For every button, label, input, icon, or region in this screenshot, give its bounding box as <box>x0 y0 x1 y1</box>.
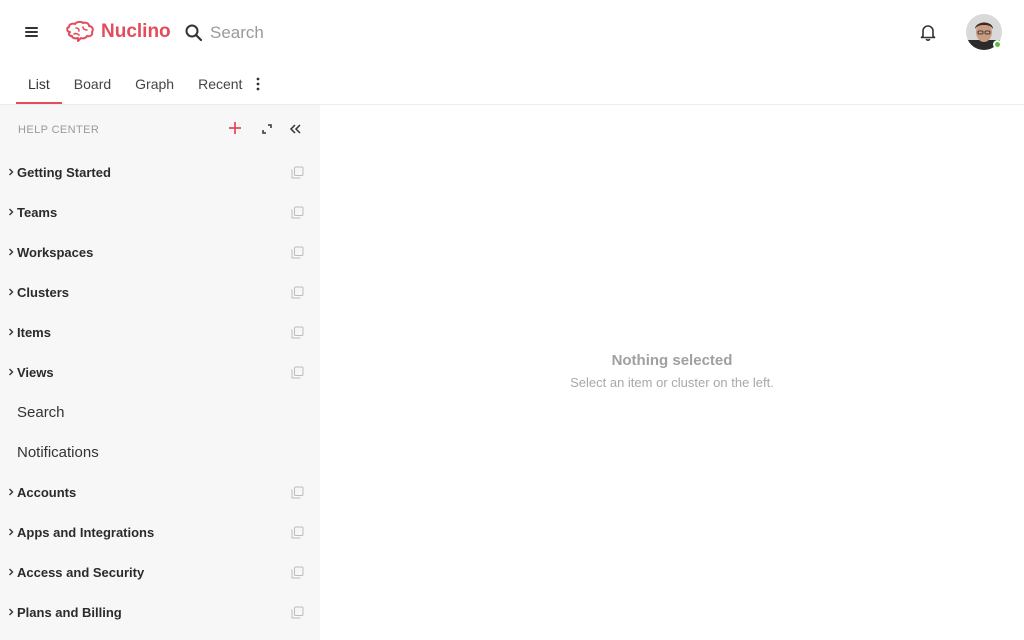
copy-icon[interactable] <box>291 526 304 539</box>
chevron-right-icon[interactable] <box>7 607 15 617</box>
tab-recent[interactable]: Recent <box>186 64 254 104</box>
top-bar: Nuclino Search <box>0 0 1024 64</box>
sidebar-item-apps-and-integrations[interactable]: Apps and Integrations <box>0 512 320 552</box>
sidebar-header: HELP CENTER <box>0 105 320 153</box>
add-icon[interactable] <box>227 120 243 136</box>
copy-icon[interactable] <box>291 326 304 339</box>
main-content: Nothing selected Select an item or clust… <box>320 105 1024 640</box>
view-tabs: List Board Graph Recent <box>0 64 1024 104</box>
copy-icon[interactable] <box>291 286 304 299</box>
bell-icon[interactable] <box>918 22 938 42</box>
copy-icon[interactable] <box>291 566 304 579</box>
sidebar-item-access-and-security[interactable]: Access and Security <box>0 552 320 592</box>
sidebar-item-notifications[interactable]: Notifications <box>0 432 320 472</box>
search-icon <box>185 24 203 42</box>
tab-board[interactable]: Board <box>62 64 123 104</box>
sidebar-item-search[interactable]: Search <box>0 392 320 432</box>
sidebar-item-getting-started[interactable]: Getting Started <box>0 152 320 192</box>
avatar[interactable] <box>966 14 1002 50</box>
copy-icon[interactable] <box>291 206 304 219</box>
empty-state-subtitle: Select an item or cluster on the left. <box>570 375 774 390</box>
sidebar-item-accounts[interactable]: Accounts <box>0 472 320 512</box>
chevron-right-icon[interactable] <box>7 247 15 257</box>
sidebar-item-views[interactable]: Views <box>0 352 320 392</box>
sidebar-item-label: Access and Security <box>17 564 145 580</box>
chevron-right-icon[interactable] <box>7 167 15 177</box>
chevron-right-icon[interactable] <box>7 487 15 497</box>
sidebar: HELP CENTER Getting Started Teams Workspac… <box>0 105 320 640</box>
brain-logo-icon <box>66 20 94 42</box>
sidebar-item-label: Items <box>17 324 51 340</box>
sidebar-item-label: Search <box>17 403 65 421</box>
copy-icon[interactable] <box>291 606 304 619</box>
collapse-sidebar-icon[interactable] <box>288 122 302 136</box>
sidebar-item-label: Plans and Billing <box>17 604 122 620</box>
sidebar-item-label: Teams <box>17 204 58 220</box>
sidebar-item-label: Notifications <box>17 443 99 461</box>
more-vertical-icon[interactable] <box>250 64 266 104</box>
chevron-right-icon[interactable] <box>7 207 15 217</box>
sidebar-item-workspaces[interactable]: Workspaces <box>0 232 320 272</box>
search-input[interactable]: Search <box>210 23 264 43</box>
chevron-right-icon[interactable] <box>7 527 15 537</box>
sidebar-item-label: Accounts <box>17 484 77 500</box>
tab-list[interactable]: List <box>16 64 62 104</box>
sidebar-item-teams[interactable]: Teams <box>0 192 320 232</box>
sidebar-tree: Getting Started Teams Workspaces Clusters It… <box>0 152 320 632</box>
workspace-title: HELP CENTER <box>18 124 100 136</box>
app-logo[interactable]: Nuclino <box>64 18 171 46</box>
sidebar-item-plans-and-billing[interactable]: Plans and Billing <box>0 592 320 632</box>
chevron-right-icon[interactable] <box>7 327 15 337</box>
tab-graph[interactable]: Graph <box>123 64 186 104</box>
brand-name: Nuclino <box>101 21 171 42</box>
copy-icon[interactable] <box>291 166 304 179</box>
sidebar-item-label: Workspaces <box>17 244 94 260</box>
sidebar-item-label: Clusters <box>17 284 70 300</box>
sidebar-item-items[interactable]: Items <box>0 312 320 352</box>
empty-state-title: Nothing selected <box>611 352 733 369</box>
expand-icon[interactable] <box>260 122 274 136</box>
sidebar-item-clusters[interactable]: Clusters <box>0 272 320 312</box>
online-status-indicator <box>993 40 1002 49</box>
copy-icon[interactable] <box>291 246 304 259</box>
chevron-right-icon[interactable] <box>7 287 15 297</box>
sidebar-item-label: Views <box>17 364 54 380</box>
hamburger-icon[interactable] <box>22 22 42 42</box>
sidebar-item-label: Apps and Integrations <box>17 524 155 540</box>
chevron-right-icon[interactable] <box>7 567 15 577</box>
copy-icon[interactable] <box>291 486 304 499</box>
search-bar[interactable]: Search <box>184 20 444 46</box>
copy-icon[interactable] <box>291 366 304 379</box>
sidebar-item-label: Getting Started <box>17 164 111 180</box>
chevron-right-icon[interactable] <box>7 367 15 377</box>
